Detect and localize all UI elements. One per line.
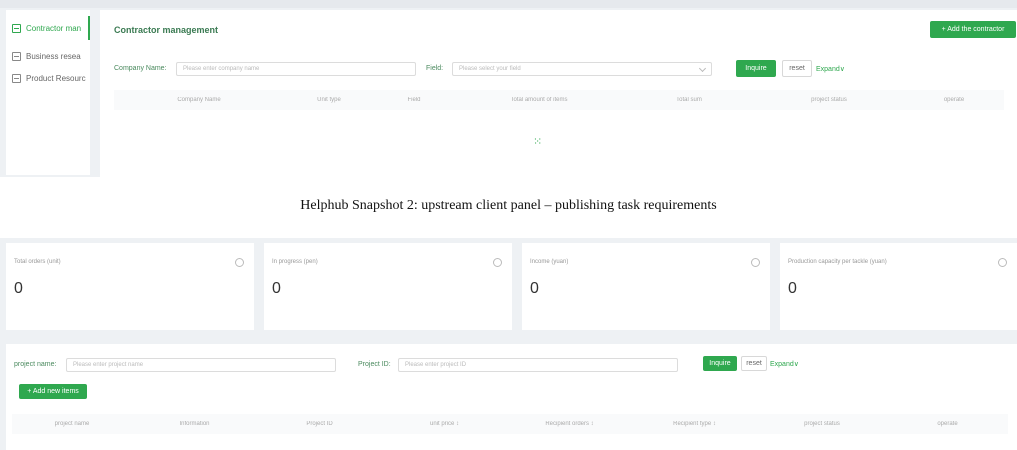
stat-card-value: 0	[788, 280, 797, 297]
column-header: Information	[179, 421, 210, 427]
expand-link[interactable]: Expand∨	[816, 65, 845, 73]
stat-card-label: Production capacity per tackle (yuan)	[788, 259, 887, 265]
snapshot-2-client-panel: Total orders (unit) 0 In progress (pen) …	[0, 238, 1017, 450]
table-header: Company Name Unit type Field Total amoun…	[114, 90, 1004, 110]
inquire-button[interactable]: Inquire	[736, 60, 776, 77]
column-header: Unit type	[317, 97, 341, 103]
project-id-input[interactable]: Please enter project ID	[398, 358, 678, 372]
menu-table-icon	[12, 51, 21, 61]
add-new-items-button[interactable]: + Add new items	[19, 384, 87, 399]
sidebar-item-contractor-management[interactable]: Contractor man	[6, 16, 90, 40]
info-circle-icon[interactable]	[235, 258, 244, 267]
inquire-button[interactable]: Inquire	[703, 356, 737, 371]
field-label: Field:	[426, 65, 444, 72]
stat-card-label: In progress (pen)	[272, 259, 318, 265]
column-header: Project ID	[306, 421, 333, 427]
sidebar: Contractor man Business resea Product Re…	[6, 10, 90, 175]
company-name-label: Company Name:	[114, 65, 167, 72]
project-name-input[interactable]: Please enter project name	[66, 358, 336, 372]
column-header[interactable]: Recipient type ↕	[632, 421, 757, 427]
column-header: Total sum	[676, 97, 702, 103]
menu-table-icon	[12, 73, 21, 83]
column-header: project name	[54, 421, 90, 427]
company-name-input[interactable]: Please enter company name	[176, 62, 416, 76]
column-header: Company Name	[177, 97, 221, 103]
sidebar-item-business-research[interactable]: Business resea	[6, 44, 90, 68]
info-circle-icon[interactable]	[751, 258, 760, 267]
column-header: operate	[943, 97, 965, 103]
sidebar-item-label: Contractor man	[26, 23, 82, 33]
expand-link[interactable]: Expand∨	[770, 360, 799, 368]
project-id-label: Project ID:	[358, 361, 391, 368]
stat-card-label: Income (yuan)	[530, 259, 569, 265]
info-circle-icon[interactable]	[998, 258, 1007, 267]
add-contractor-button[interactable]: + Add the contractor	[930, 21, 1016, 38]
menu-table-icon	[12, 23, 21, 33]
stat-card-in-progress: In progress (pen) 0	[264, 243, 512, 330]
page-title: Contractor management	[114, 25, 219, 35]
column-header: Field	[407, 97, 421, 103]
column-header: operate	[937, 421, 958, 427]
field-select[interactable]: Please select your field	[452, 62, 712, 76]
chevron-down-icon	[698, 64, 707, 73]
reset-button[interactable]: reset	[741, 356, 767, 371]
column-header[interactable]: unit price ↕	[382, 421, 507, 427]
project-name-label: project name:	[14, 361, 57, 368]
stat-card-value: 0	[530, 280, 539, 297]
stat-card-value: 0	[14, 280, 23, 297]
sidebar-item-product-resources[interactable]: Product Resourc	[6, 66, 90, 90]
figure-caption: Helphub Snapshot 2: upstream client pane…	[300, 198, 717, 213]
column-header[interactable]: Recipient orders ↕	[507, 421, 632, 427]
column-header: Total amount of items	[510, 97, 568, 103]
main-content: Contractor management + Add the contract…	[100, 10, 1017, 177]
stat-card-income: Income (yuan) 0	[522, 243, 770, 330]
column-header: project status	[811, 97, 847, 103]
field-select-placeholder: Please select your field	[459, 66, 521, 72]
snapshot-1-contractor-panel: Contractor man Business resea Product Re…	[0, 0, 1017, 177]
column-header: project status	[804, 421, 840, 427]
sidebar-item-label: Product Resourc	[26, 73, 86, 83]
stat-card-label: Total orders (unit)	[14, 259, 61, 265]
table-header: project name Information Project ID unit…	[12, 414, 1008, 434]
sidebar-item-label: Business resea	[26, 51, 81, 61]
stat-card-value: 0	[272, 280, 281, 297]
top-strip	[0, 0, 1017, 8]
stat-card-total-orders: Total orders (unit) 0	[6, 243, 254, 330]
reset-button[interactable]: reset	[782, 60, 812, 77]
project-list-panel: project name: Please enter project name …	[6, 344, 1017, 450]
info-circle-icon[interactable]	[493, 258, 502, 267]
stat-card-production-capacity: Production capacity per tackle (yuan) 0	[780, 243, 1017, 330]
loading-dots-icon: ⁙	[533, 136, 543, 148]
